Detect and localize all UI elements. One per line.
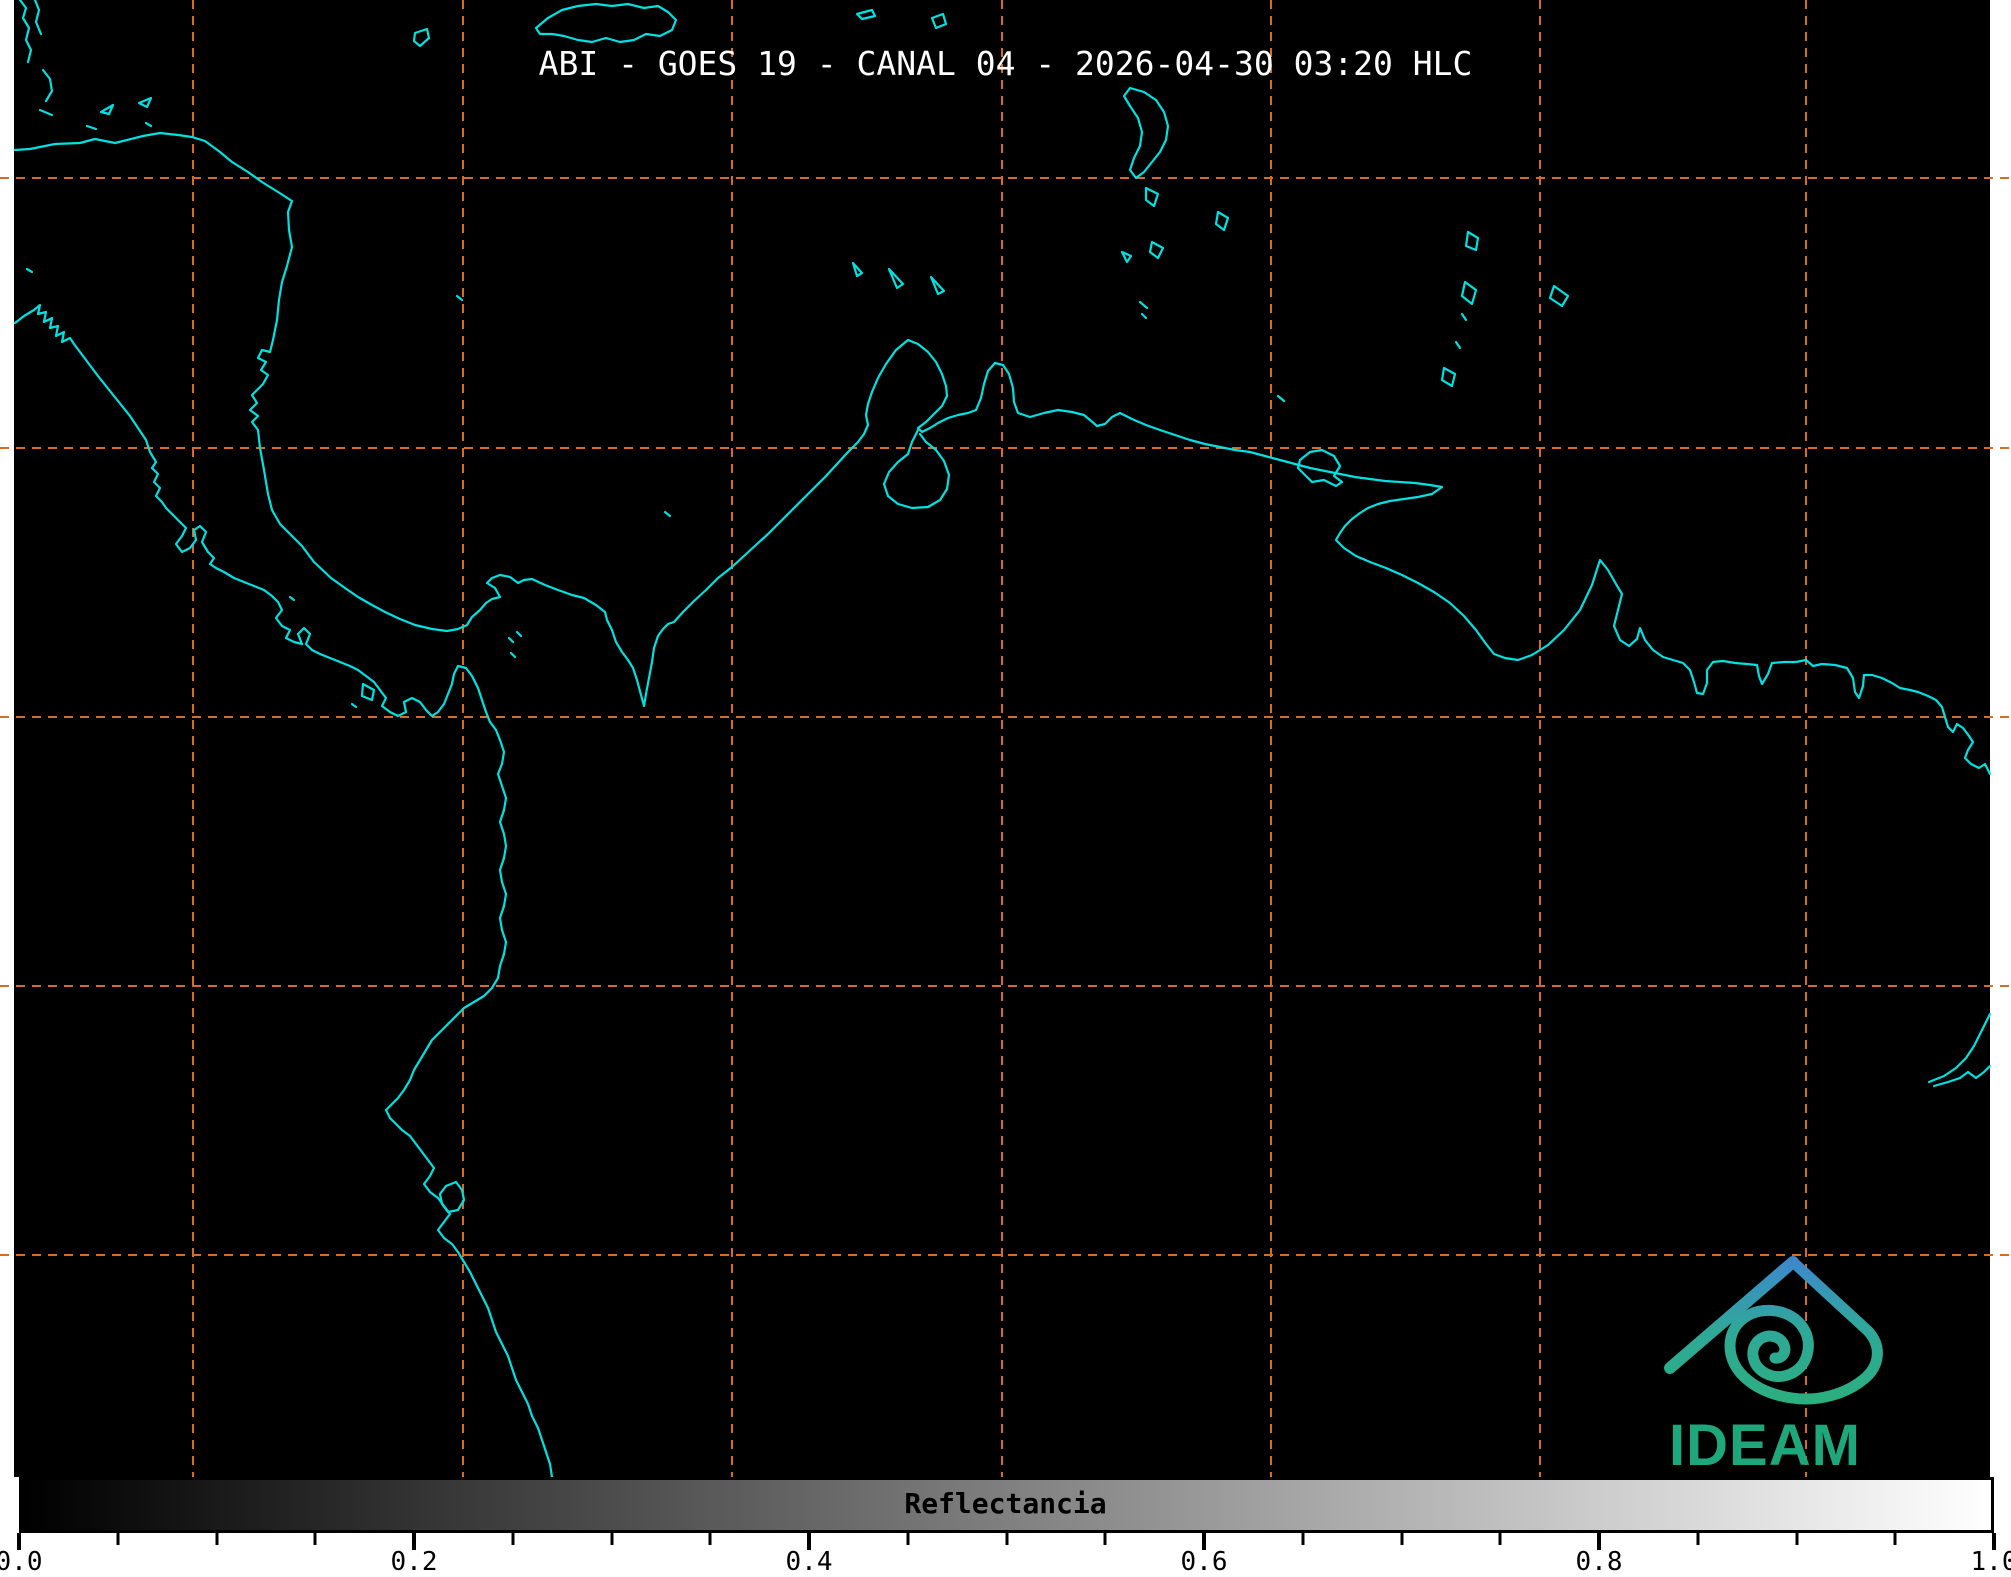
colorbar-tick-label: 0.0 (0, 1547, 43, 1577)
colorbar-panel: Reflectancia 0.0 0.2 0.4 0.6 0.8 1.0 (0, 1477, 2011, 1577)
satellite-image-viewer: ABI - GOES 19 - CANAL 04 - 2026-04-30 03… (0, 0, 2011, 1577)
colorbar-tick (1696, 1533, 1700, 1545)
colorbar-tick (708, 1533, 712, 1545)
colorbar-tick-label: 1.0 (1970, 1547, 2011, 1577)
colorbar-tick (1005, 1533, 1008, 1545)
colorbar-tick (215, 1533, 218, 1545)
colorbar-tick (1498, 1533, 1502, 1545)
colorbar-tick (1893, 1533, 1897, 1545)
colorbar-tick (610, 1533, 613, 1545)
colorbar-label: Reflectancia (904, 1487, 1107, 1520)
colorbar-tick-label: 0.6 (1180, 1547, 1228, 1577)
colorbar-axis: 0.0 0.2 0.4 0.6 0.8 1.0 (0, 1533, 2011, 1577)
colorbar-tick (1103, 1533, 1107, 1545)
satellite-map: ABI - GOES 19 - CANAL 04 - 2026-04-30 03… (0, 0, 2011, 1478)
colorbar-tick-label: 0.2 (390, 1547, 438, 1577)
colorbar-tick (1301, 1533, 1305, 1545)
colorbar-tick (1400, 1533, 1403, 1545)
ideam-logo-icon (1664, 1256, 1883, 1405)
ideam-logo-text: IDEAM (1669, 1413, 1861, 1478)
colorbar-tick (116, 1533, 120, 1545)
colorbar-tick (1795, 1533, 1798, 1545)
logo-swirl-icon (1724, 1256, 1883, 1405)
colorbar-tick (511, 1533, 515, 1545)
map-title: ABI - GOES 19 - CANAL 04 - 2026-04-30 03… (538, 44, 1473, 83)
colorbar-tick (313, 1533, 317, 1545)
colorbar-tick-label: 0.4 (785, 1547, 833, 1577)
colorbar-tick-label: 0.8 (1575, 1547, 1623, 1577)
colorbar-tick (906, 1533, 910, 1545)
